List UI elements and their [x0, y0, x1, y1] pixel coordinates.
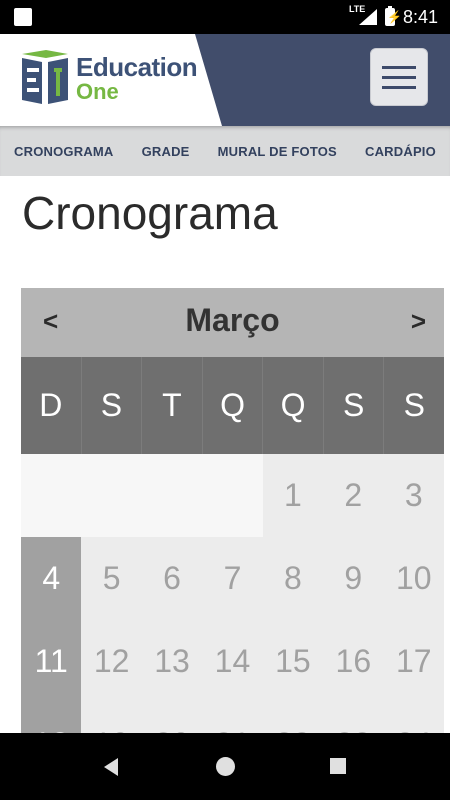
- weekday-label: D: [39, 387, 63, 423]
- nav-cardapio[interactable]: CARDÁPIO: [365, 144, 436, 159]
- weekday-label: Q: [262, 357, 323, 454]
- hamburger-icon: [382, 65, 416, 69]
- calendar-month: Março: [185, 302, 280, 338]
- calendar-day[interactable]: 1: [262, 454, 324, 537]
- recents-icon[interactable]: [330, 758, 346, 774]
- calendar-day-empty: [202, 454, 263, 537]
- logo-text-one: One: [76, 79, 119, 104]
- page-title: Cronograma: [22, 187, 278, 239]
- calendar-day[interactable]: 3: [383, 454, 444, 537]
- calendar-day-sunday[interactable]: 11: [21, 620, 82, 703]
- system-nav-bar: [0, 733, 450, 800]
- calendar-day[interactable]: 5: [81, 537, 142, 620]
- home-icon[interactable]: [216, 757, 235, 776]
- logo[interactable]: Education One: [0, 34, 222, 126]
- calendar-day[interactable]: 10: [383, 537, 444, 620]
- calendar-day[interactable]: 16: [323, 620, 384, 703]
- education-one-logo-icon: [22, 50, 68, 104]
- calendar-day-empty: [21, 454, 82, 537]
- calendar-week: 4 5 6 7 8 9 10: [21, 537, 444, 620]
- calendar: < Março > D S T Q Q S S 1 2 3 4 5 6 7 8 …: [21, 288, 444, 786]
- nav-grade[interactable]: GRADE: [142, 144, 190, 159]
- status-time: 8:41: [402, 6, 438, 27]
- calendar-day-sunday[interactable]: 4: [21, 537, 82, 620]
- calendar-day[interactable]: 8: [262, 537, 324, 620]
- calendar-day[interactable]: 6: [141, 537, 203, 620]
- lte-signal-icon: LTE: [349, 4, 377, 27]
- calendar-day[interactable]: 9: [323, 537, 384, 620]
- calendar-day[interactable]: 17: [383, 620, 444, 703]
- calendar-week: 1 2 3: [21, 454, 444, 537]
- nav-cronograma[interactable]: CRONOGRAMA: [14, 144, 114, 159]
- calendar-day[interactable]: 12: [81, 620, 142, 703]
- next-month-button[interactable]: >: [411, 306, 426, 337]
- back-icon[interactable]: [104, 758, 118, 776]
- notification-icon: [14, 8, 32, 26]
- hamburger-menu-button[interactable]: [370, 48, 428, 106]
- weekday-label: S: [322, 357, 384, 454]
- signal-icon: [358, 9, 377, 25]
- calendar-day[interactable]: 15: [262, 620, 324, 703]
- site-header: Education One: [0, 34, 450, 126]
- status-indicators: LTE ⚡ 8:41: [349, 0, 438, 34]
- weekday-header: D S T Q Q S S: [21, 357, 444, 454]
- calendar-day[interactable]: 2: [323, 454, 384, 537]
- weekday-label: Q: [201, 357, 263, 454]
- status-bar: LTE ⚡ 8:41: [0, 0, 450, 34]
- calendar-day[interactable]: 14: [202, 620, 263, 703]
- calendar-day[interactable]: 13: [141, 620, 203, 703]
- calendar-day-empty: [81, 454, 142, 537]
- battery-icon: ⚡: [384, 6, 402, 26]
- weekday-label: T: [141, 357, 202, 454]
- weekday-label: S: [80, 357, 142, 454]
- weekday-label: S: [383, 357, 444, 454]
- calendar-day[interactable]: 7: [202, 537, 263, 620]
- main-nav: CRONOGRAMA GRADE MURAL DE FOTOS CARDÁPIO: [0, 126, 450, 176]
- nav-mural-de-fotos[interactable]: MURAL DE FOTOS: [218, 144, 337, 159]
- calendar-week: 11 12 13 14 15 16 17: [21, 620, 444, 703]
- calendar-header: < Março >: [21, 288, 444, 357]
- calendar-day-empty: [141, 454, 203, 537]
